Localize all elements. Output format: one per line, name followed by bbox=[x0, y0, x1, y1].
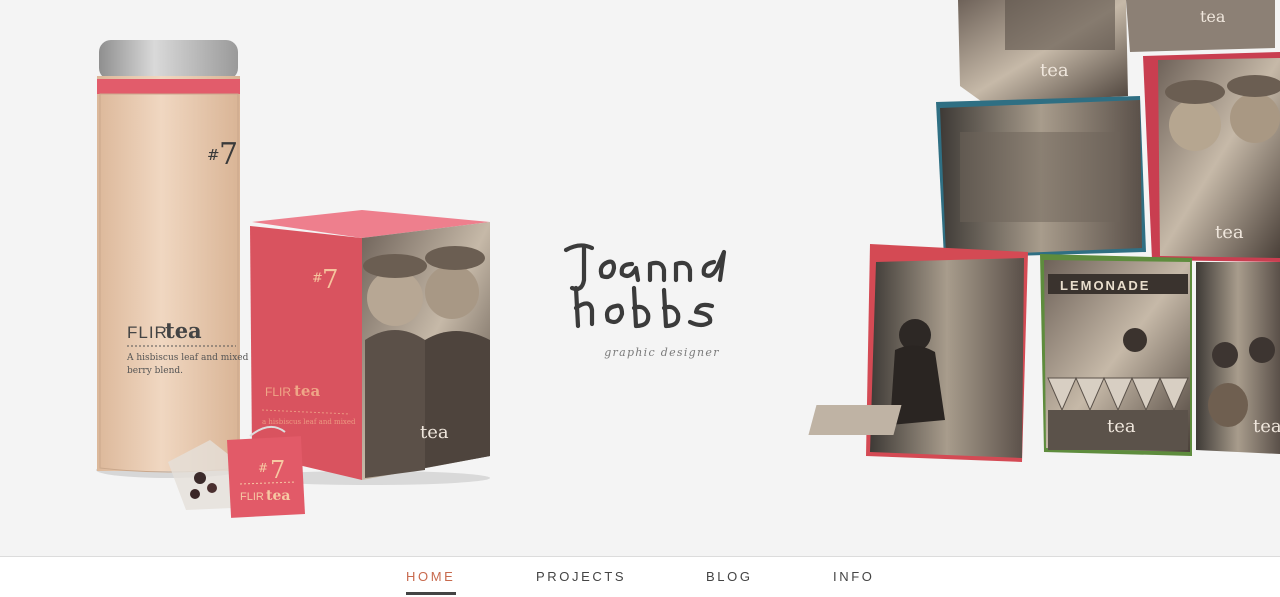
svg-text:FLIR: FLIR bbox=[240, 491, 264, 503]
svg-text:tea: tea bbox=[1040, 60, 1069, 81]
svg-text:#: # bbox=[207, 146, 220, 164]
svg-text:tea: tea bbox=[266, 488, 290, 504]
nav-info[interactable]: INFO bbox=[833, 569, 874, 592]
nav-home[interactable]: HOME bbox=[406, 569, 455, 592]
nav-blog[interactable]: BLOG bbox=[706, 569, 753, 592]
svg-text:tea: tea bbox=[420, 422, 449, 443]
svg-text:tea: tea bbox=[1107, 416, 1136, 437]
tea-cubes: tea tea tea LEMONADE tea tea bbox=[808, 0, 1280, 462]
svg-text:LEMONADE: LEMONADE bbox=[1060, 278, 1150, 293]
site-logo[interactable]: graphic designer bbox=[560, 236, 740, 366]
svg-text:FLIR: FLIR bbox=[127, 323, 168, 342]
nav-projects[interactable]: PROJECTS bbox=[536, 569, 626, 592]
svg-text:7: 7 bbox=[322, 265, 339, 295]
logo-wordmark bbox=[563, 243, 727, 329]
logo-tagline: graphic designer bbox=[604, 346, 720, 359]
nav-active-indicator bbox=[406, 592, 456, 595]
svg-text:#: # bbox=[258, 461, 268, 475]
svg-text:7: 7 bbox=[219, 137, 238, 172]
main-nav: HOME PROJECTS BLOG INFO bbox=[0, 556, 1280, 597]
hero-product-photo: # 7 FLIR tea A hisbiscus leaf and mixed … bbox=[0, 0, 1280, 556]
svg-text:tea: tea bbox=[1215, 222, 1244, 243]
svg-text:a hisbiscus leaf and mixed: a hisbiscus leaf and mixed bbox=[262, 418, 356, 426]
svg-text:tea: tea bbox=[1253, 416, 1280, 437]
svg-text:FLIR: FLIR bbox=[265, 385, 291, 399]
svg-text:tea: tea bbox=[165, 318, 202, 343]
svg-text:A hisbiscus leaf and mixed: A hisbiscus leaf and mixed bbox=[126, 353, 249, 363]
tea-tin: # 7 FLIR tea A hisbiscus leaf and mixed … bbox=[96, 40, 249, 478]
svg-text:berry blend.: berry blend. bbox=[127, 366, 183, 376]
svg-text:tea: tea bbox=[294, 382, 320, 400]
svg-text:7: 7 bbox=[270, 456, 285, 484]
svg-text:tea: tea bbox=[1200, 7, 1226, 26]
